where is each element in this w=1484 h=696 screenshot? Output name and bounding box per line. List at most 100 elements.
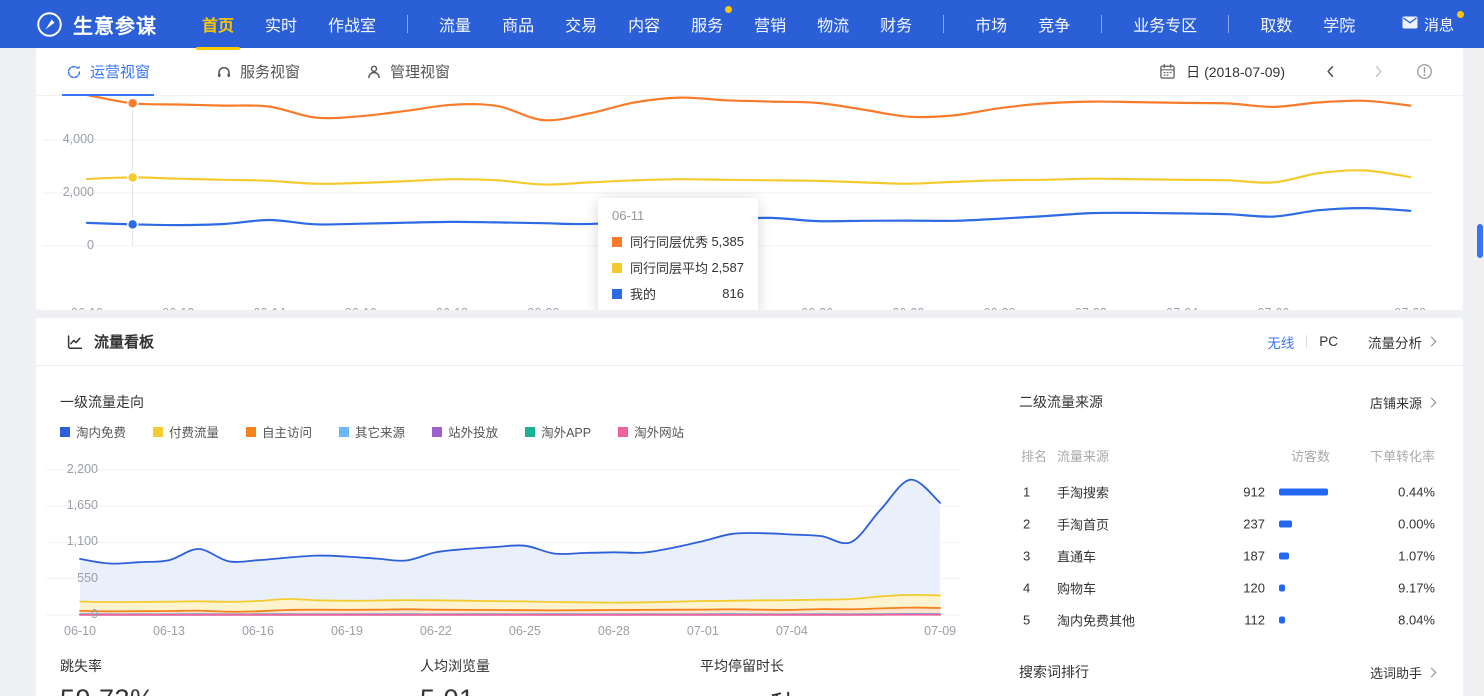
x-axis-label: 07-02 — [1075, 306, 1107, 310]
x-axis-label: 06-16 — [345, 306, 377, 310]
legend-swatch — [246, 427, 256, 437]
source-rank: 5 — [1023, 613, 1030, 628]
metric-value: 59.73% — [60, 684, 155, 696]
x-axis-label: 06-28 — [598, 624, 630, 638]
nav-item[interactable]: 物流 — [817, 10, 849, 38]
metric-label: 跳失率 — [60, 656, 155, 676]
tab-label: 管理视窗 — [390, 61, 450, 82]
legend-item[interactable]: 站外投放 — [432, 422, 498, 441]
tab-管理视窗[interactable]: 管理视窗 — [366, 48, 450, 96]
metric: 人均浏览量5.01 — [420, 656, 490, 696]
scrollbar-thumb[interactable] — [1477, 224, 1483, 258]
traffic-sources-panel: 二级流量来源 店铺来源 排名 流量来源 访客数 下单转化率 1手淘搜索9120.… — [1019, 318, 1435, 696]
nav-item[interactable]: 作战室 — [328, 10, 376, 38]
nav-item[interactable]: 内容 — [628, 10, 660, 38]
source-row[interactable]: 5淘内免费其他1128.04% — [1019, 604, 1435, 636]
nav-item[interactable]: 业务专区 — [1133, 10, 1197, 38]
search-rank-row: 搜索词排行 选词助手 — [1019, 662, 1435, 682]
nav-item[interactable]: 竞争 — [1038, 10, 1070, 38]
x-axis-label: 07-06 — [1257, 306, 1289, 310]
legend-item[interactable]: 付费流量 — [153, 422, 219, 441]
source-cvr: 0.44% — [1398, 485, 1435, 500]
legend-swatch — [618, 427, 628, 437]
legend-item[interactable]: 其它来源 — [339, 422, 405, 441]
x-axis-label: 06-16 — [242, 624, 274, 638]
legend-item[interactable]: 自主访问 — [246, 422, 312, 441]
source-row[interactable]: 3直通车1871.07% — [1019, 540, 1435, 572]
nav-item[interactable]: 市场 — [975, 10, 1007, 38]
legend-label: 站外投放 — [448, 422, 498, 441]
legend-swatch — [432, 427, 442, 437]
next-date-button[interactable] — [1367, 61, 1389, 83]
x-axis-label: 06-12 — [162, 306, 194, 310]
nav-item-label: 交易 — [565, 18, 597, 35]
visitors-compare-chart[interactable]: 4,0002,0000 06-1006-1206-1406-1606-1806-… — [36, 96, 1463, 310]
nav-item-label: 物流 — [817, 18, 849, 35]
x-axis-label: 07-09 — [1394, 306, 1426, 310]
nav-item[interactable]: 流量 — [439, 10, 471, 38]
series-value: 5,385 — [711, 234, 744, 249]
legend-item[interactable]: 淘内免费 — [60, 422, 126, 441]
nav-item[interactable]: 首页 — [202, 10, 234, 38]
tab-服务视窗[interactable]: 服务视窗 — [216, 48, 300, 96]
app-logo[interactable]: 生意参谋 — [36, 10, 157, 39]
calendar-icon[interactable] — [1156, 61, 1178, 83]
series-label: 同行同层平均 — [630, 258, 708, 277]
nav-item[interactable]: 商品 — [502, 10, 534, 38]
nav-item[interactable]: 财务 — [880, 10, 912, 38]
series-label: 同行同层优秀 — [630, 232, 708, 251]
source-name: 淘内免费其他 — [1057, 611, 1135, 630]
nav-item[interactable]: 取数 — [1260, 10, 1292, 38]
messages-label: 消息 — [1424, 14, 1454, 35]
source-visitors: 187 — [1179, 549, 1265, 564]
visitors-bar — [1279, 617, 1285, 624]
traffic-trend-chart[interactable] — [36, 460, 1019, 622]
trend-title: 一级流量走向 — [60, 392, 144, 412]
source-cvr: 9.17% — [1398, 581, 1435, 596]
metric-value: 5.01 — [420, 684, 490, 696]
series-color-swatch — [612, 289, 622, 299]
nav-item-label: 取数 — [1260, 18, 1292, 35]
series-label: 我的 — [630, 284, 656, 303]
prev-date-button[interactable] — [1319, 61, 1341, 83]
x-axis-label: 06-20 — [527, 306, 559, 310]
legend-item[interactable]: 淘外网站 — [618, 422, 684, 441]
traffic-board-card: 流量看板 无线 PC 流量分析 一级流量走向 淘内免费付费流量自主访问其它来源站… — [36, 318, 1463, 696]
nav-item[interactable]: 实时 — [265, 10, 297, 38]
x-axis-label: 07-04 — [1166, 306, 1198, 310]
date-selector[interactable]: 日 (2018-07-09) — [1186, 62, 1285, 82]
sources-table-header: 排名 流量来源 访客数 下单转化率 — [1019, 446, 1435, 464]
shop-sources-link[interactable]: 店铺来源 — [1370, 393, 1435, 412]
info-icon[interactable] — [1413, 61, 1435, 83]
messages-button[interactable]: 消息 — [1402, 14, 1454, 35]
series-value: 2,587 — [711, 260, 744, 275]
tab-运营视窗[interactable]: 运营视窗 — [66, 48, 150, 96]
x-axis-label: 06-10 — [71, 306, 103, 310]
source-row[interactable]: 1手淘搜索9120.44% — [1019, 476, 1435, 508]
page-scrollbar[interactable] — [1476, 48, 1484, 696]
overview-card: 运营视窗服务视窗管理视窗 日 (2018-07-09) 4,0002,0000 … — [36, 48, 1463, 310]
nav-item-label: 作战室 — [328, 18, 376, 35]
nav-item[interactable]: 交易 — [565, 10, 597, 38]
word-helper-link[interactable]: 选词助手 — [1370, 663, 1435, 682]
nav-item[interactable]: 营销 — [754, 10, 786, 38]
nav-item-label: 市场 — [975, 18, 1007, 35]
nav-divider — [943, 15, 944, 33]
section-title: 流量看板 — [94, 331, 154, 352]
nav-item-label: 流量 — [439, 18, 471, 35]
source-row[interactable]: 2手淘首页2370.00% — [1019, 508, 1435, 540]
nav-item-label: 营销 — [754, 18, 786, 35]
legend-label: 自主访问 — [262, 422, 312, 441]
y-axis-label: 1,650 — [36, 498, 98, 512]
nav-menu: 首页 实时 作战室 流量 商品 交易 内容 服务 营销 物流 财务 市场 竞争 业务专区 取数 学院 — [202, 10, 1355, 38]
sources-title: 二级流量来源 — [1019, 392, 1103, 412]
top-nav: 生意参谋 首页 实时 作战室 流量 商品 交易 内容 服务 营销 物流 财务 市场 竞争 业务专区 取数 学院… — [0, 0, 1484, 48]
nav-item[interactable]: 学院 — [1323, 10, 1355, 38]
nav-item[interactable]: 服务 — [691, 10, 723, 38]
x-axis-label: 07-01 — [687, 624, 719, 638]
source-row[interactable]: 4购物车1209.17% — [1019, 572, 1435, 604]
active-tab-underline — [62, 94, 154, 96]
tooltip-row: 同行同层优秀5,385 — [612, 232, 744, 251]
visitors-bar — [1279, 521, 1292, 528]
legend-item[interactable]: 淘外APP — [525, 422, 591, 441]
